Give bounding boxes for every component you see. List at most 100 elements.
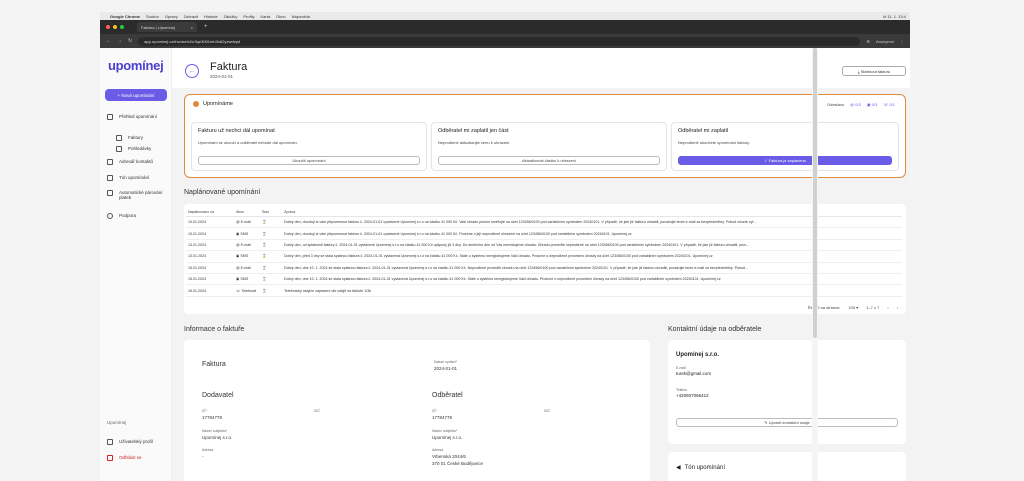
table-row[interactable]: 15.01.2024 @ E-mail ⌛ Dobrý den, dne 10. 1.…: [186, 262, 902, 274]
sidebar-item-support[interactable]: Podpora: [107, 213, 169, 219]
sms-icon: ▣: [236, 231, 240, 236]
contacts-icon: [107, 159, 113, 165]
hourglass-icon: ⌛: [260, 262, 282, 274]
sent-counters: Odesláno @ 0/3 ▣ 0/3 ☏ 0/1: [827, 102, 895, 107]
grid-icon: [107, 114, 113, 120]
invoice-info-title: Informace o faktuře: [184, 326, 245, 333]
back-nav-icon[interactable]: ←: [106, 38, 111, 44]
email-icon: @: [236, 220, 240, 225]
contact-email: turek@gmail.com: [676, 371, 712, 376]
hourglass-icon: ⌛: [260, 273, 282, 286]
hourglass-icon: ⌛: [260, 216, 282, 229]
url-text: app.upominej.cz/invoice/cl1r3qe3001mb3n6…: [144, 38, 241, 44]
close-tab-icon[interactable]: ×: [191, 25, 193, 30]
sidebar-item-payment-matching[interactable]: Automatické párování plateb: [107, 190, 169, 200]
table-row[interactable]: 15.01.2024 ▣ SMS ⌛ Dobrý den, dne 10. 1. 20…: [186, 273, 902, 286]
email-counter: @ 0/3: [850, 102, 861, 107]
hourglass-icon: ⌛: [260, 239, 282, 252]
megaphone-icon: [107, 175, 113, 181]
sidebar-item-claims[interactable]: Pohledávky: [116, 146, 178, 152]
document-icon: [116, 146, 122, 152]
sidebar-item-profile[interactable]: Uživatelský profil: [107, 439, 169, 445]
maximize-window-icon[interactable]: [120, 25, 124, 29]
logo[interactable]: upomínej: [108, 58, 164, 73]
sidebar-item-overview[interactable]: Přehled upomínání: [107, 114, 169, 120]
profile-button[interactable]: Anonymní: [876, 39, 894, 44]
schedule-table: Naplánováno na Akce Stav Zpráva 10.01.20…: [186, 208, 902, 297]
bank-icon: [107, 190, 113, 196]
phone-icon: ☏: [236, 288, 241, 293]
page-title: Faktura: [210, 61, 248, 73]
customer-title: Odběratel: [432, 392, 463, 399]
sidebar-item-contacts[interactable]: Adresář kontaktů: [107, 159, 169, 165]
menu-okno[interactable]: Okno: [276, 14, 286, 19]
page-header: ← Faktura 2024-01-01 ⤓ Stáhnout fakturu: [172, 48, 910, 88]
address-bar[interactable]: app.upominej.cz/invoice/cl1r3qe3001mb3n6…: [138, 36, 861, 46]
email-icon: @: [236, 265, 240, 270]
reminders-panel: Upomínáme Odesláno @ 0/3 ▣ 0/3 ☏ 0/1 Fak…: [184, 94, 906, 178]
browser-tab[interactable]: Faktura | Upomínej ×: [137, 22, 197, 32]
stop-reminding-card: Fakturu už nechci dál upomínat Upomínání…: [191, 122, 427, 171]
mark-paid-button[interactable]: ✓ Faktura je zaplacena: [678, 156, 892, 165]
sms-icon: ▣: [236, 254, 240, 259]
table-row[interactable]: 10.01.2024 ▣ SMS ⌛ Dobrý den, dovoluji si v…: [186, 227, 902, 240]
contact-title: Kontaktní údaje na odběratele: [668, 326, 762, 333]
hourglass-icon: ⌛: [260, 284, 282, 297]
new-tab-icon[interactable]: +: [204, 24, 208, 30]
menu-karta[interactable]: Karta: [261, 14, 271, 19]
sidebar-item-invoices[interactable]: Faktury: [116, 135, 178, 141]
new-reminder-button[interactable]: + Nová upomínání: [105, 89, 167, 101]
menu-upravy[interactable]: Úpravy: [165, 14, 178, 19]
update-amount-button[interactable]: Aktualizovat částku k uhrazení: [438, 156, 660, 165]
table-row[interactable]: 10.01.2024 @ E-mail ⌛ Dobrý den, dovoluji s…: [186, 216, 902, 229]
browser-tabbar: Faktura | Upomínej × +: [100, 20, 910, 34]
main-content: ← Faktura 2024-01-01 ⤓ Stáhnout fakturu …: [172, 48, 910, 481]
issue-date-field[interactable]: 2024-01-01: [434, 366, 457, 371]
download-invoice-button[interactable]: ⤓ Stáhnout fakturu: [842, 66, 906, 76]
menu-zobrazit[interactable]: Zobrazit: [184, 14, 198, 19]
back-button[interactable]: ←: [185, 64, 199, 78]
menu-zalozky[interactable]: Záložky: [224, 14, 238, 19]
macos-menubar: Google Chrome Soubor Úpravy Zobrazit His…: [100, 12, 910, 20]
help-icon: [107, 213, 113, 219]
forward-nav-icon[interactable]: →: [117, 38, 122, 44]
edit-contact-button[interactable]: ✎ Upravit kontaktní údaje: [676, 418, 898, 427]
table-pagination: Řádků na stránce: 100 ▾ 1–7 z 7 ‹ ›: [807, 305, 898, 310]
sidebar-item-tone[interactable]: Tón upomínání: [107, 175, 169, 181]
sidebar-item-logout[interactable]: Odhlásit se: [107, 455, 169, 461]
menu-profily[interactable]: Profily: [243, 14, 254, 19]
logout-icon: [107, 455, 113, 461]
more-icon[interactable]: ⋮: [900, 39, 904, 44]
arrow-left-icon: ←: [188, 67, 196, 75]
email-icon: @: [236, 242, 240, 247]
next-page-icon[interactable]: ›: [897, 305, 898, 310]
sms-counter: ▣ 0/3: [866, 102, 878, 107]
menu-napoveda[interactable]: Nápověda: [292, 14, 310, 19]
close-window-icon[interactable]: [106, 25, 110, 29]
minimize-window-icon[interactable]: [113, 25, 117, 29]
app-menu[interactable]: Google Chrome: [110, 14, 140, 19]
scrollbar-thumb[interactable]: [813, 48, 817, 338]
hourglass-icon: ⌛: [260, 250, 282, 263]
schedule-title: Naplánované upomínání: [184, 189, 261, 196]
tab-title: Faktura | Upomínej: [141, 24, 175, 30]
table-row[interactable]: 13.01.2024 ▣ SMS ⌛ Dobrý den, před 3 dny se…: [186, 250, 902, 263]
reload-icon[interactable]: ↻: [128, 38, 132, 44]
paid-card: Odběratel mi zaplatil Neprodleně ukončet…: [671, 122, 899, 171]
clock: čt 11. 1. 13:4: [883, 13, 906, 19]
prev-page-icon[interactable]: ‹: [887, 305, 888, 310]
contact-company: Upomínej s.r.o.: [676, 352, 720, 358]
status-dot-icon: [193, 101, 199, 107]
page-scrollbar[interactable]: [812, 48, 818, 481]
extensions-icon[interactable]: ⚙: [866, 39, 870, 44]
stop-reminding-button[interactable]: Ukončit upomínání: [198, 156, 420, 165]
sidebar: upomínej + Nová upomínání Přehled upomín…: [100, 48, 172, 481]
menu-soubor[interactable]: Soubor: [146, 14, 159, 19]
schedule-table-card: Naplánováno na Akce Stav Zpráva 10.01.20…: [184, 204, 906, 314]
table-row[interactable]: 13.01.2024 @ E-mail ⌛ Dobrý den, od splatno…: [186, 239, 902, 252]
sidebar-org: Upomínej: [107, 420, 127, 425]
sms-icon: ▣: [236, 277, 240, 282]
rows-per-page-select[interactable]: 100 ▾: [848, 305, 858, 310]
table-row[interactable]: 16.01.2024 ☏ Telefonát ⌛ Telefonický ústyk/…: [186, 284, 902, 297]
menu-historie[interactable]: Historie: [204, 14, 218, 19]
